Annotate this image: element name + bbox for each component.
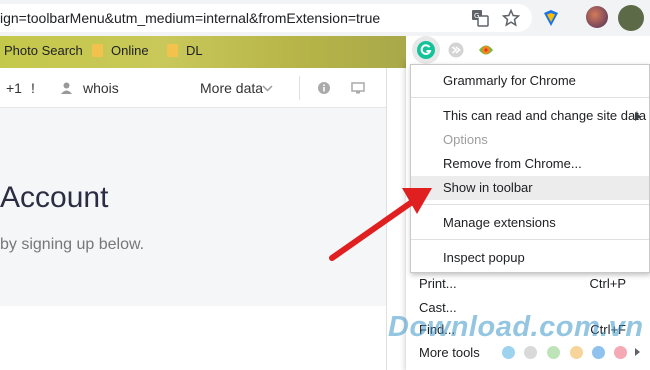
annotation-arrow: [329, 188, 432, 261]
